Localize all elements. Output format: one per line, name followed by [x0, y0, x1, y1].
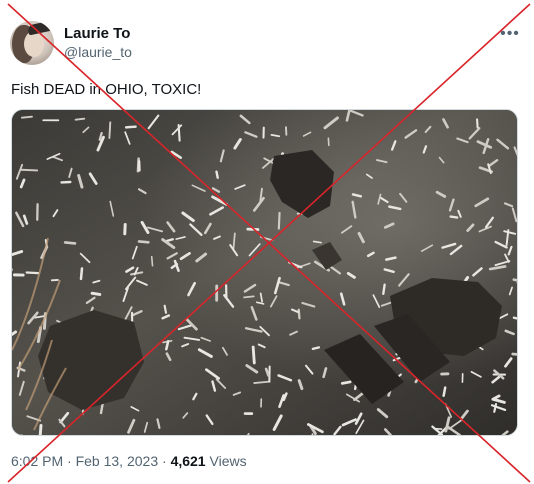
views-label: Views [205, 453, 247, 469]
meta-separator-2: · [158, 453, 171, 469]
tweet-date[interactable]: Feb 13, 2023 [76, 453, 159, 469]
tweet-meta: 6:02 PM · Feb 13, 2023 · 4,621 Views [11, 453, 247, 470]
author-display-name[interactable]: Laurie To [64, 25, 130, 43]
views-count: 4,621 [170, 453, 206, 469]
dead-fish-photo [12, 110, 517, 435]
more-horizontal-icon: ••• [500, 25, 520, 42]
tweet-photo[interactable] [11, 109, 518, 436]
author-handle[interactable]: @laurie_to [64, 44, 132, 61]
avatar-face [24, 31, 44, 57]
tweet-card: Laurie To @laurie_to ••• Fish DEAD in OH… [0, 0, 534, 484]
tweet-time[interactable]: 6:02 PM [11, 453, 63, 469]
meta-separator: · [63, 453, 76, 469]
more-options-button[interactable]: ••• [498, 24, 522, 44]
avatar[interactable] [10, 21, 54, 65]
tweet-text: Fish DEAD in OHIO, TOXIC! [11, 81, 202, 98]
